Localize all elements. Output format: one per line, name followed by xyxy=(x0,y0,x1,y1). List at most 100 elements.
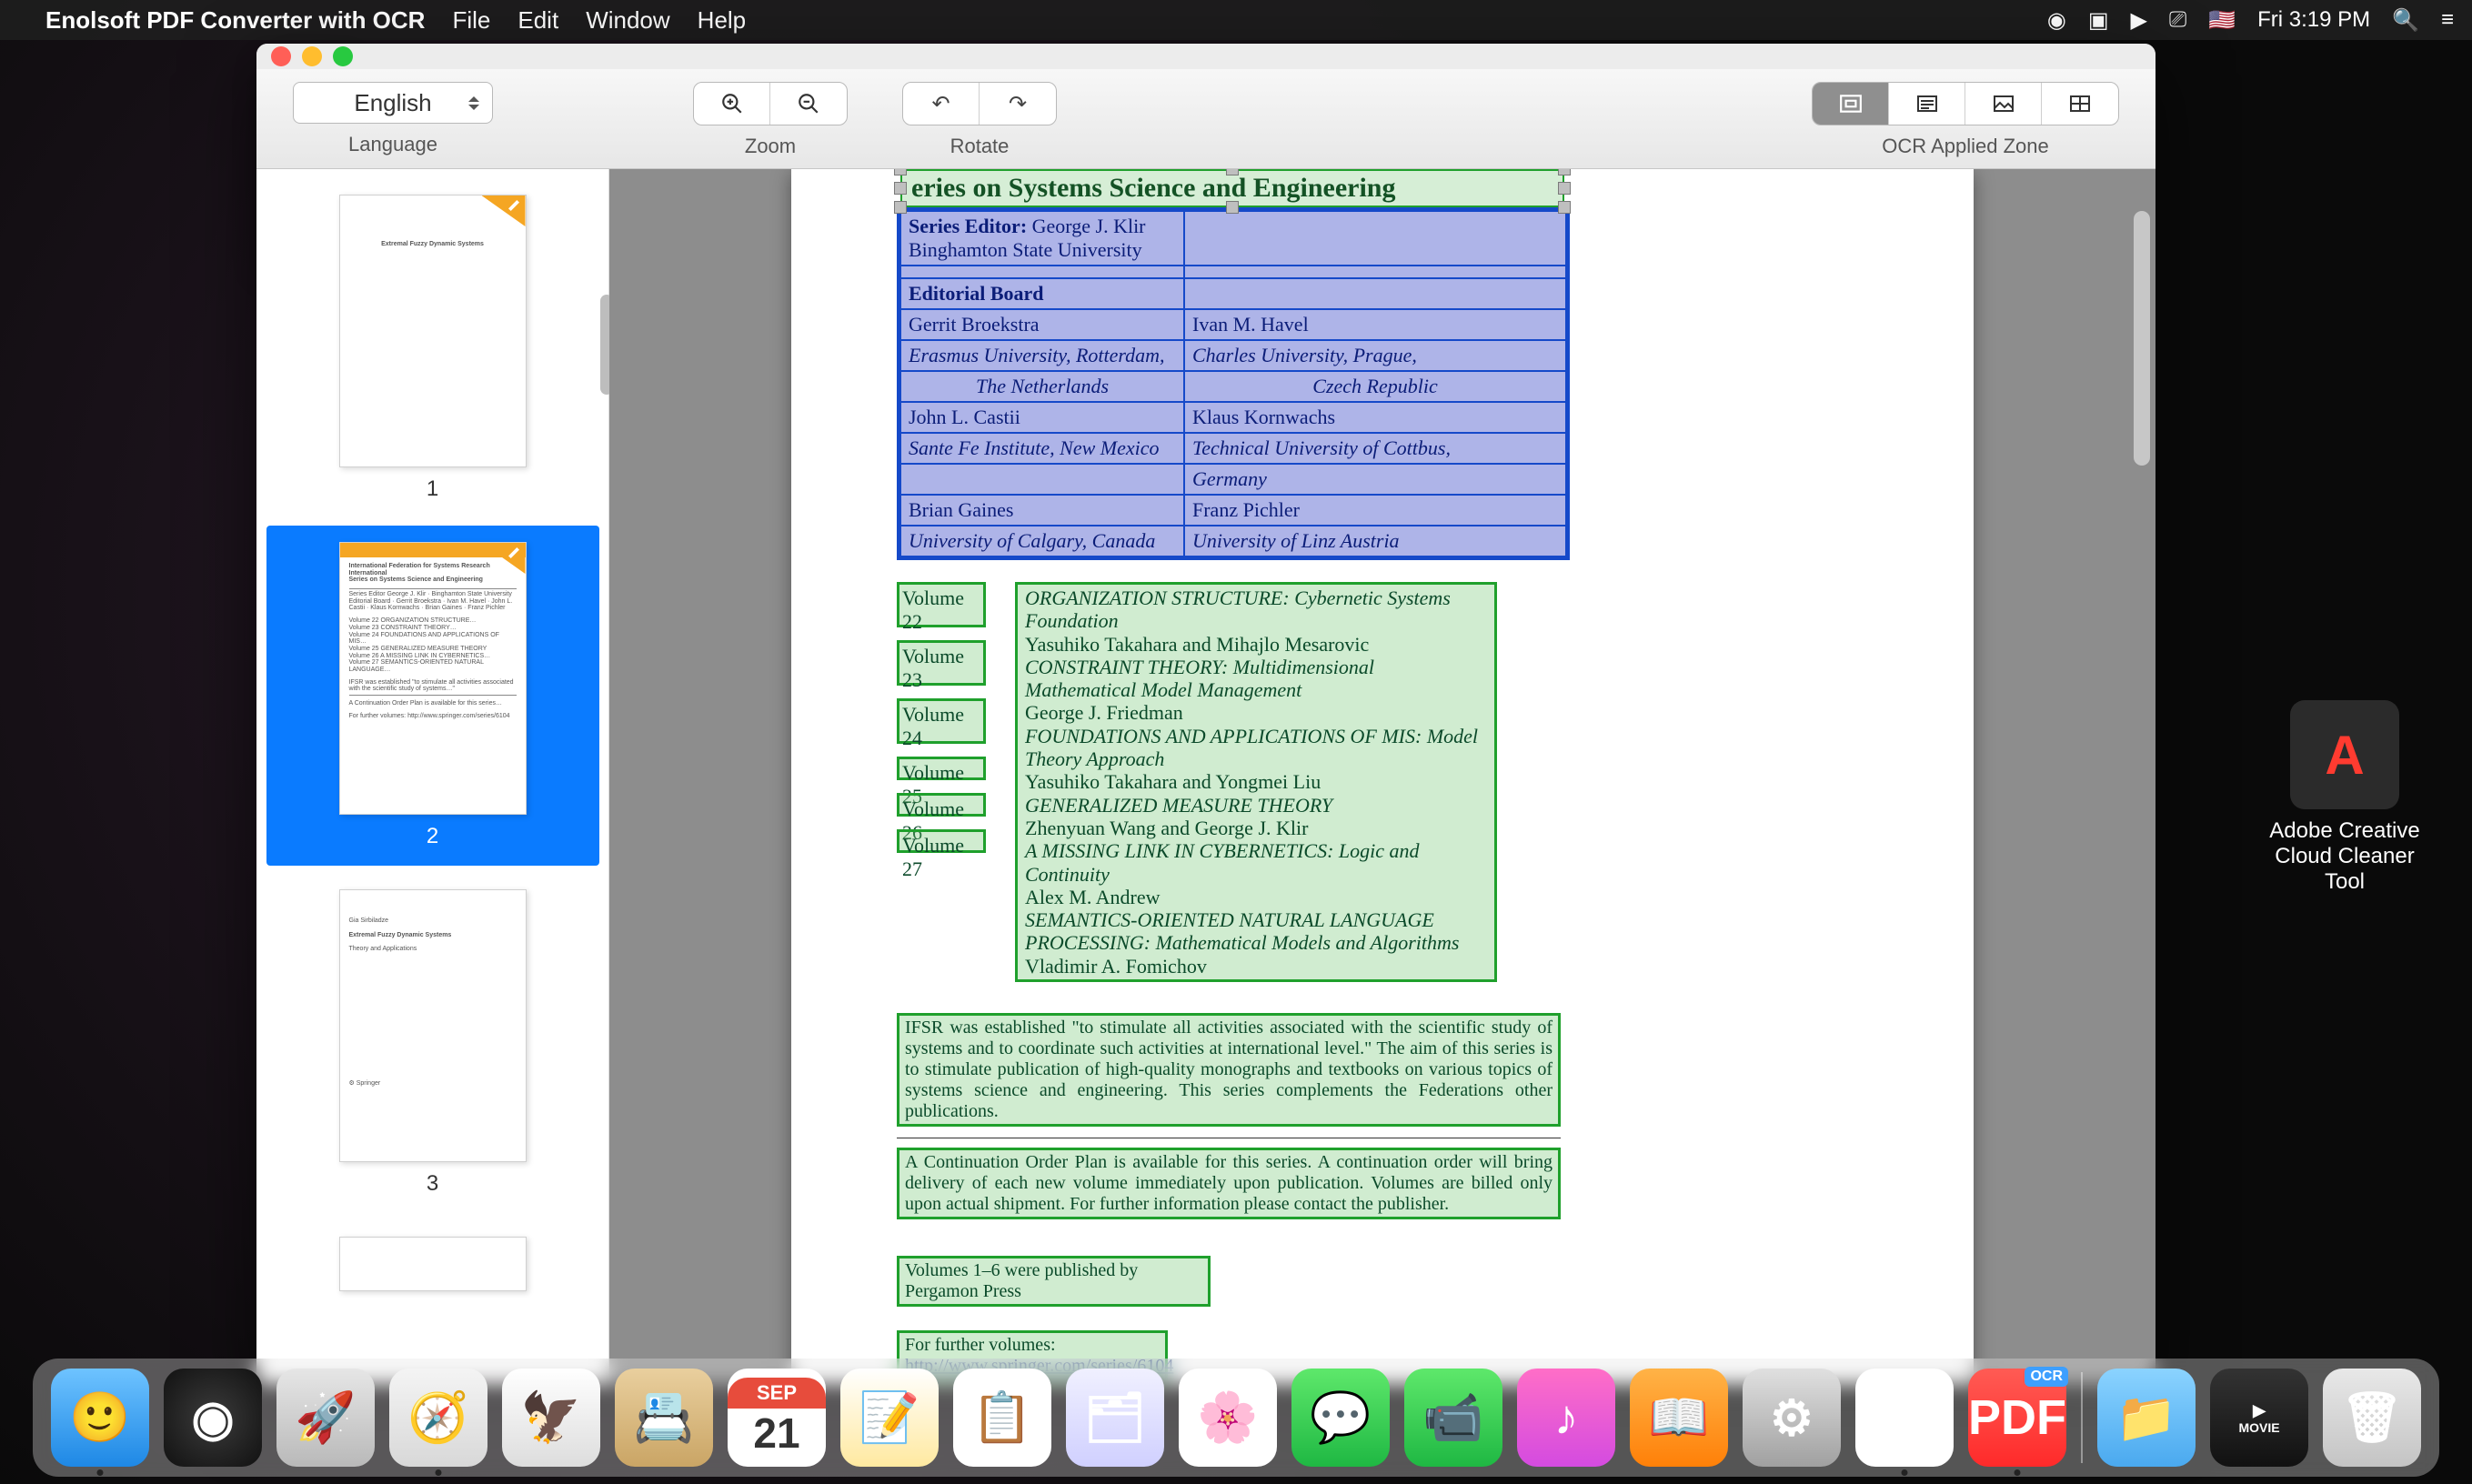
resize-handle[interactable] xyxy=(1226,201,1239,214)
dock-calendar[interactable]: SEP 21 xyxy=(728,1369,826,1467)
thumbnail-page-3[interactable]: Gia Sirbiladze Extremal Fuzzy Dynamic Sy… xyxy=(266,873,599,1213)
airplay-menu-icon[interactable]: ▶ xyxy=(2131,7,2147,34)
menu-file[interactable]: File xyxy=(452,6,490,35)
dock-facetime[interactable]: 📹 xyxy=(1404,1369,1502,1467)
app-menu[interactable]: Enolsoft PDF Converter with OCR xyxy=(45,6,425,35)
ocr-zone-image-button[interactable] xyxy=(1965,83,2042,125)
rotate-group: ↶ ↷ Rotate xyxy=(902,82,1057,158)
zoom-out-button[interactable] xyxy=(770,83,847,125)
volume-no: Volume 24 xyxy=(897,698,986,744)
dock-mail[interactable]: 🦅 xyxy=(502,1369,600,1467)
series-editor-affil: Binghamton State University xyxy=(909,238,1142,261)
editor-left-name: Gerrit Broekstra xyxy=(900,309,1184,340)
editor-right-affil: Charles University, Prague, xyxy=(1184,340,1566,371)
thumbnail-page-1[interactable]: Extremal Fuzzy Dynamic Systems 1 xyxy=(266,178,599,518)
dock-enolsoft-pdf[interactable]: PDF OCR xyxy=(1968,1369,2066,1467)
language-group: English Language xyxy=(293,82,493,156)
ocr-zone-ifsr-para[interactable]: IFSR was established "to stimulate all a… xyxy=(897,1013,1561,1127)
ocr-zone-table-button[interactable] xyxy=(2042,83,2118,125)
desktop-icon-label: Adobe Creative Cloud Cleaner Tool xyxy=(2254,818,2436,895)
display-menu-icon[interactable]: ▣ xyxy=(2088,7,2109,34)
ocr-zone-editor-table[interactable]: Series Editor: George J. KlirBinghamton … xyxy=(897,207,1570,560)
editor-right-affil: University of Linz Austria xyxy=(1184,526,1566,556)
ocr-zone-volumes[interactable]: Volume 22 Volume 23 Volume 24 Volume 25 … xyxy=(897,582,1603,982)
zoom-in-button[interactable] xyxy=(694,83,770,125)
ocr-zone-series-heading[interactable]: eries on Systems Science and Engineering xyxy=(900,169,1564,207)
dock-movie[interactable]: ▶MOVIE xyxy=(2210,1369,2308,1467)
dock-safari[interactable]: 🧭 xyxy=(389,1369,487,1467)
minimize-button[interactable] xyxy=(302,46,322,66)
volume-no: Volume 26 xyxy=(897,793,986,817)
dock-clips[interactable]: 🗂 xyxy=(1066,1369,1164,1467)
resize-handle[interactable] xyxy=(894,182,907,195)
cc-menu-icon[interactable]: ◉ xyxy=(2047,7,2066,34)
thumbnail-sidebar[interactable]: Extremal Fuzzy Dynamic Systems 1 Interna… xyxy=(256,169,609,1384)
series-editor-name: George J. Klir xyxy=(1032,215,1146,237)
resize-handle[interactable] xyxy=(1558,182,1571,195)
dock-reminders[interactable]: 📋 xyxy=(953,1369,1051,1467)
thumb-3-sub: Theory and Applications xyxy=(349,946,517,953)
editor-left-name: Brian Gaines xyxy=(900,495,1184,526)
menubar: Enolsoft PDF Converter with OCR File Edi… xyxy=(0,0,2472,40)
dock-contacts[interactable]: 📇 xyxy=(615,1369,713,1467)
resize-handle[interactable] xyxy=(1226,169,1239,175)
menu-window[interactable]: Window xyxy=(586,6,669,35)
resize-handle[interactable] xyxy=(894,169,907,175)
page-scrollbar[interactable] xyxy=(2134,211,2150,466)
dock-trash[interactable]: 🗑 xyxy=(2323,1369,2421,1467)
close-button[interactable] xyxy=(271,46,291,66)
dock-siri[interactable]: ◉ xyxy=(164,1369,262,1467)
dock-launchpad[interactable]: 🚀 xyxy=(276,1369,375,1467)
volume-no: Volume 23 xyxy=(897,640,986,686)
screen-mirror-icon[interactable]: ⎚ xyxy=(2169,7,2186,33)
ocr-zone-continuation[interactable]: A Continuation Order Plan is available f… xyxy=(897,1148,1561,1219)
cal-day: 21 xyxy=(753,1409,799,1458)
resize-handle[interactable] xyxy=(1558,169,1571,175)
editor-left-affil: University of Calgary, Canada xyxy=(900,526,1184,556)
editor-left-affil2: The Netherlands xyxy=(900,371,1184,402)
input-flag-icon[interactable]: 🇺🇸 xyxy=(2208,7,2236,34)
dock-itunes[interactable]: ♪ xyxy=(1517,1369,1615,1467)
resize-handle[interactable] xyxy=(1558,201,1571,214)
ocr-zone-group: OCR Applied Zone xyxy=(1812,82,2119,158)
thumb-3-author: Gia Sirbiladze xyxy=(349,917,517,925)
toolbar: English Language Zoom ↶ ↷ Rotate xyxy=(256,69,2155,169)
movie-label: MOVIE xyxy=(2238,1420,2279,1435)
ocr-zone-text-button[interactable] xyxy=(1889,83,1965,125)
dock-photos[interactable]: 🌸 xyxy=(1179,1369,1277,1467)
editor-left-affil: Erasmus University, Rotterdam, xyxy=(900,340,1184,371)
menu-edit[interactable]: Edit xyxy=(518,6,558,35)
ocr-zone-auto-button[interactable] xyxy=(1813,83,1889,125)
ocr-zone-label: OCR Applied Zone xyxy=(1882,135,2048,158)
thumbnail-page-2[interactable]: International Federation for Systems Res… xyxy=(266,526,599,866)
spotlight-icon[interactable]: 🔍 xyxy=(2392,7,2419,34)
dock-downloads[interactable]: 📁 xyxy=(2097,1369,2196,1467)
desktop-icon-cc-cleaner[interactable]: A Adobe Creative Cloud Cleaner Tool xyxy=(2254,700,2436,895)
dock-notes[interactable]: 📝 xyxy=(840,1369,939,1467)
zoom-button[interactable] xyxy=(333,46,353,66)
zoom-group: Zoom xyxy=(693,82,848,158)
clock[interactable]: Fri 3:19 PM xyxy=(2257,7,2370,33)
dock-system-preferences[interactable]: ⚙ xyxy=(1743,1369,1841,1467)
dock-finder[interactable]: 🙂 xyxy=(51,1369,149,1467)
rotate-left-button[interactable]: ↶ xyxy=(903,83,980,125)
menu-extras-icon[interactable]: ≡ xyxy=(2441,7,2454,33)
series-heading-text: eries on Systems Science and Engineering xyxy=(911,173,1396,203)
dock-chrome[interactable]: ◉ xyxy=(1855,1369,1954,1467)
volume-no: Volume 22 xyxy=(897,582,986,627)
language-select[interactable]: English xyxy=(293,82,493,124)
menu-help[interactable]: Help xyxy=(698,6,746,35)
further-label: For further volumes: xyxy=(905,1335,1056,1355)
dock-messages[interactable]: 💬 xyxy=(1291,1369,1390,1467)
editor-right-affil: Technical University of Cottbus, xyxy=(1184,433,1566,464)
resize-handle[interactable] xyxy=(894,201,907,214)
thumbnail-page-4[interactable] xyxy=(266,1220,599,1308)
ocr-tag: OCR xyxy=(2025,1367,2068,1387)
ocr-zone-pergamon[interactable]: Volumes 1–6 were published by Pergamon P… xyxy=(897,1256,1211,1307)
dock-ibooks[interactable]: 📖 xyxy=(1630,1369,1728,1467)
volume-no: Volume 27 xyxy=(897,829,986,853)
rotate-right-button[interactable]: ↷ xyxy=(980,83,1056,125)
thumb-3-pub: Springer xyxy=(357,1080,380,1087)
page-view[interactable]: eries on Systems Science and Engineering xyxy=(609,169,2155,1384)
titlebar xyxy=(256,44,2155,69)
